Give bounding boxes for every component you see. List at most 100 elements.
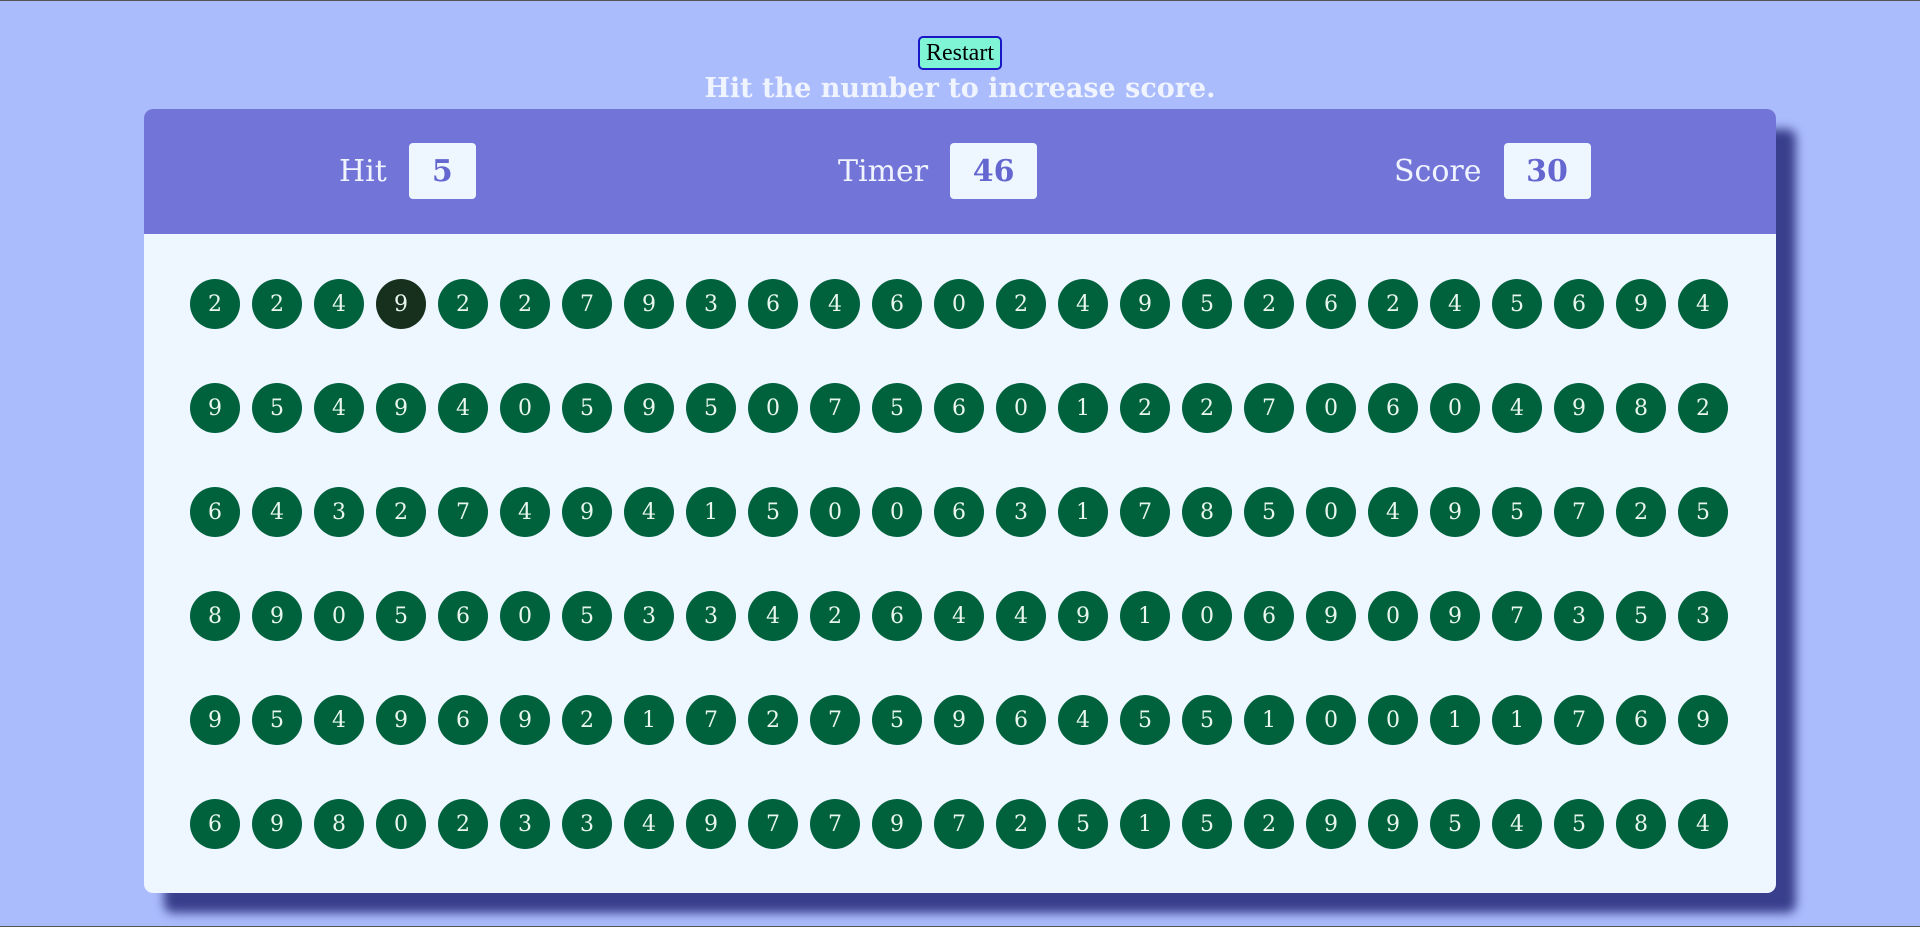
number-bubble[interactable]: 5 — [872, 383, 922, 433]
number-bubble[interactable]: 4 — [810, 279, 860, 329]
number-bubble[interactable]: 2 — [190, 279, 240, 329]
number-bubble[interactable]: 5 — [872, 695, 922, 745]
number-bubble[interactable]: 3 — [500, 799, 550, 849]
number-bubble[interactable]: 9 — [1120, 279, 1170, 329]
number-bubble[interactable]: 4 — [500, 487, 550, 537]
number-bubble[interactable]: 6 — [1616, 695, 1666, 745]
number-bubble[interactable]: 6 — [748, 279, 798, 329]
number-bubble[interactable]: 1 — [1058, 487, 1108, 537]
number-bubble[interactable]: 4 — [1430, 279, 1480, 329]
number-bubble[interactable]: 2 — [500, 279, 550, 329]
number-bubble[interactable]: 9 — [252, 799, 302, 849]
number-bubble[interactable]: 5 — [1182, 695, 1232, 745]
number-bubble[interactable]: 2 — [748, 695, 798, 745]
number-bubble[interactable]: 4 — [314, 383, 364, 433]
number-bubble[interactable]: 9 — [686, 799, 736, 849]
number-bubble[interactable]: 4 — [1058, 279, 1108, 329]
number-bubble[interactable]: 1 — [1120, 591, 1170, 641]
number-bubble[interactable]: 9 — [1678, 695, 1728, 745]
number-bubble[interactable]: 7 — [438, 487, 488, 537]
number-bubble[interactable]: 1 — [1430, 695, 1480, 745]
number-bubble[interactable]: 5 — [562, 591, 612, 641]
number-bubble[interactable]: 9 — [1430, 591, 1480, 641]
number-bubble[interactable]: 4 — [252, 487, 302, 537]
number-bubble[interactable]: 3 — [562, 799, 612, 849]
number-bubble[interactable]: 0 — [1306, 383, 1356, 433]
number-bubble[interactable]: 9 — [624, 279, 674, 329]
number-bubble[interactable]: 9 — [1368, 799, 1418, 849]
number-bubble[interactable]: 3 — [1678, 591, 1728, 641]
number-bubble[interactable]: 4 — [624, 799, 674, 849]
number-bubble[interactable]: 5 — [1492, 487, 1542, 537]
number-bubble[interactable]: 4 — [996, 591, 1046, 641]
number-bubble[interactable]: 9 — [1430, 487, 1480, 537]
number-bubble[interactable]: 5 — [1182, 799, 1232, 849]
number-bubble[interactable]: 9 — [376, 383, 426, 433]
restart-button[interactable]: Restart — [918, 36, 1002, 70]
number-bubble[interactable]: 5 — [748, 487, 798, 537]
number-bubble[interactable]: 5 — [252, 695, 302, 745]
number-bubble[interactable]: 3 — [314, 487, 364, 537]
number-bubble[interactable]: 1 — [1058, 383, 1108, 433]
number-bubble[interactable]: 7 — [686, 695, 736, 745]
number-bubble[interactable]: 0 — [1306, 487, 1356, 537]
number-bubble[interactable]: 9 — [376, 695, 426, 745]
number-bubble[interactable]: 4 — [1368, 487, 1418, 537]
number-bubble[interactable]: 7 — [810, 695, 860, 745]
number-bubble[interactable]: 7 — [1554, 487, 1604, 537]
number-bubble[interactable]: 4 — [934, 591, 984, 641]
number-bubble[interactable]: 1 — [686, 487, 736, 537]
number-bubble[interactable]: 9 — [1306, 799, 1356, 849]
number-bubble[interactable]: 6 — [872, 279, 922, 329]
number-bubble[interactable]: 7 — [934, 799, 984, 849]
number-bubble[interactable]: 3 — [686, 591, 736, 641]
number-bubble[interactable]: 0 — [996, 383, 1046, 433]
number-bubble[interactable]: 2 — [438, 799, 488, 849]
number-bubble[interactable]: 0 — [810, 487, 860, 537]
number-bubble[interactable]: 7 — [1120, 487, 1170, 537]
number-bubble[interactable]: 5 — [1120, 695, 1170, 745]
number-bubble[interactable]: 7 — [1244, 383, 1294, 433]
number-bubble[interactable]: 0 — [1368, 695, 1418, 745]
number-bubble[interactable]: 9 — [1616, 279, 1666, 329]
number-bubble[interactable]: 2 — [1616, 487, 1666, 537]
number-bubble[interactable]: 2 — [252, 279, 302, 329]
number-bubble[interactable]: 5 — [1678, 487, 1728, 537]
number-bubble[interactable]: 2 — [810, 591, 860, 641]
number-bubble[interactable]: 2 — [562, 695, 612, 745]
number-bubble[interactable]: 0 — [748, 383, 798, 433]
number-bubble[interactable]: 6 — [934, 383, 984, 433]
number-bubble[interactable]: 5 — [1554, 799, 1604, 849]
number-bubble[interactable]: 0 — [872, 487, 922, 537]
number-bubble[interactable]: 5 — [252, 383, 302, 433]
number-bubble[interactable]: 5 — [1058, 799, 1108, 849]
number-bubble[interactable]: 5 — [1244, 487, 1294, 537]
number-bubble[interactable]: 5 — [562, 383, 612, 433]
number-bubble[interactable]: 8 — [1616, 383, 1666, 433]
number-bubble[interactable]: 8 — [1616, 799, 1666, 849]
number-bubble[interactable]: 1 — [1244, 695, 1294, 745]
number-bubble[interactable]: 5 — [376, 591, 426, 641]
number-bubble[interactable]: 6 — [438, 591, 488, 641]
number-bubble[interactable]: 1 — [624, 695, 674, 745]
number-bubble[interactable]: 1 — [1120, 799, 1170, 849]
number-bubble[interactable]: 6 — [1306, 279, 1356, 329]
number-bubble[interactable]: 3 — [1554, 591, 1604, 641]
number-bubble[interactable]: 0 — [376, 799, 426, 849]
number-bubble[interactable]: 0 — [500, 591, 550, 641]
number-bubble[interactable]: 9 — [1058, 591, 1108, 641]
number-bubble[interactable]: 2 — [376, 487, 426, 537]
number-bubble[interactable]: 9 — [252, 591, 302, 641]
number-bubble[interactable]: 5 — [1182, 279, 1232, 329]
number-bubble[interactable]: 9 — [190, 695, 240, 745]
number-bubble[interactable]: 0 — [1368, 591, 1418, 641]
number-bubble[interactable]: 4 — [438, 383, 488, 433]
number-bubble[interactable]: 9 — [500, 695, 550, 745]
number-bubble[interactable]: 3 — [624, 591, 674, 641]
number-bubble[interactable]: 6 — [190, 487, 240, 537]
number-bubble[interactable]: 5 — [686, 383, 736, 433]
number-bubble[interactable]: 9 — [624, 383, 674, 433]
number-bubble[interactable]: 4 — [1678, 279, 1728, 329]
number-bubble[interactable]: 7 — [562, 279, 612, 329]
number-bubble[interactable]: 3 — [686, 279, 736, 329]
